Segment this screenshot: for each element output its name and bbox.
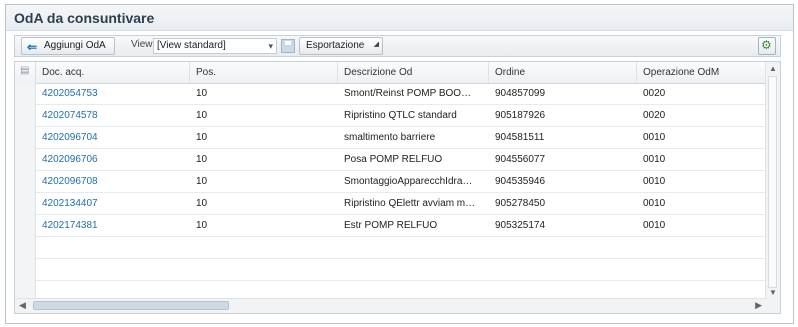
row-selector[interactable]	[15, 83, 36, 105]
cell-operazione: 0010	[643, 198, 666, 209]
table-row[interactable]: 4202074578 10 Ripristino QTLC standard 9051…	[15, 105, 766, 127]
table-header: ▤ Doc. acq. Pos. Descrizione Od Ordine O…	[15, 62, 766, 84]
cell-doc-acq[interactable]: 4202096706	[36, 149, 190, 170]
table-row[interactable]	[15, 259, 766, 281]
row-selector[interactable]	[15, 215, 36, 237]
horizontal-scroll-thumb[interactable]	[33, 301, 229, 310]
cell-pos: 10	[196, 220, 208, 231]
cell-operazione: 0010	[643, 220, 666, 231]
row-selector[interactable]	[15, 171, 36, 193]
cell-ordine: 904535946	[495, 176, 546, 187]
vertical-scrollbar[interactable]: ▲ ▼	[765, 62, 780, 299]
cell-ordine: 904581511	[495, 132, 545, 143]
cell-ordine: 905187926	[495, 110, 546, 121]
table-row[interactable]: 4202134407 10 Ripristino QElettr avviam m……	[15, 193, 766, 215]
cell-pos: 10	[196, 154, 208, 165]
table-row[interactable]	[15, 237, 766, 259]
cell-descrizione: Ripristino QTLC standard	[344, 110, 457, 121]
table-row[interactable]: 4202096708 10 SmontaggioApparecchIdra… 9045…	[15, 171, 766, 193]
table-row[interactable]: 4202096704 10 smaltimento barriere 90458151…	[15, 127, 766, 149]
col-header-descrizione[interactable]: Descrizione Od	[338, 62, 489, 83]
scroll-up-icon[interactable]: ▲	[769, 64, 777, 73]
view-label: View:	[131, 39, 156, 50]
panel-title-bar: OdA da consuntivare	[6, 5, 793, 31]
add-oda-label: Aggiungi OdA	[44, 40, 106, 51]
cell-doc-acq[interactable]: 4202074578	[36, 105, 190, 126]
view-select[interactable]: [View standard] ▾	[153, 38, 277, 54]
panel-title: OdA da consuntivare	[14, 10, 155, 26]
row-selector[interactable]	[15, 127, 36, 149]
scroll-down-icon[interactable]: ▼	[769, 288, 777, 297]
row-selector[interactable]	[15, 193, 36, 215]
cell-descrizione: Estr POMP RELFUO	[344, 220, 438, 231]
save-icon[interactable]	[281, 39, 295, 53]
settings-icon: ⚙	[761, 38, 772, 52]
cell-doc-acq[interactable]: 4202174381	[36, 215, 190, 236]
view-select-value: [View standard]	[157, 40, 226, 51]
scroll-left-icon[interactable]: ◀	[19, 300, 26, 311]
table-row[interactable]: 4202096706 10 Posa POMP RELFUO 904556077 001…	[15, 149, 766, 171]
export-dropdown-icon: ◢	[373, 41, 379, 48]
cell-operazione: 0010	[643, 132, 666, 143]
cell-operazione: 0020	[643, 110, 666, 121]
row-selector[interactable]	[15, 105, 36, 127]
arrow-left-icon: ⇐	[27, 40, 38, 54]
cell-pos: 10	[196, 132, 208, 143]
cell-doc-acq[interactable]: 4202096708	[36, 171, 190, 192]
cell-ordine: 904556077	[495, 154, 546, 165]
cell-pos: 10	[196, 198, 208, 209]
cell-operazione: 0010	[643, 154, 666, 165]
cell-descrizione: Posa POMP RELFUO	[344, 154, 443, 165]
cell-doc-acq[interactable]: 4202054753	[36, 83, 190, 104]
oda-table: ▤ Doc. acq. Pos. Descrizione Od Ordine O…	[14, 61, 781, 314]
scrollbar-corner	[766, 299, 780, 313]
col-header-pos[interactable]: Pos.	[190, 62, 338, 83]
cell-descrizione: Smont/Reinst POMP BOO…	[344, 88, 472, 99]
cell-descrizione: Ripristino QElettr avviam m…	[344, 198, 476, 209]
cell-descrizione: SmontaggioApparecchIdra…	[344, 176, 473, 187]
table-row[interactable]: 4202174381 10 Estr POMP RELFUO 905325174 001…	[15, 215, 766, 237]
row-selector[interactable]	[15, 149, 36, 171]
export-label: Esportazione	[306, 40, 365, 51]
cell-doc-acq[interactable]: 4202096704	[36, 127, 190, 148]
select-all-icon: ▤	[20, 65, 30, 76]
row-selector[interactable]	[15, 259, 36, 281]
col-header-ordine[interactable]: Ordine	[489, 62, 637, 83]
cell-pos: 10	[196, 110, 208, 121]
cell-pos: 10	[196, 88, 208, 99]
chevron-down-icon: ▾	[268, 41, 273, 51]
select-all-cell[interactable]: ▤	[15, 62, 36, 83]
toolbar: ⇐ Aggiungi OdA View: [View standard] ▾ E…	[14, 35, 781, 57]
cell-operazione: 0010	[643, 176, 666, 187]
scroll-right-icon[interactable]: ▶	[755, 300, 762, 311]
row-selector[interactable]	[15, 237, 36, 259]
export-button[interactable]: Esportazione ◢	[299, 37, 383, 55]
cell-ordine: 905325174	[495, 220, 546, 231]
col-header-operazione[interactable]: Operazione OdM	[637, 62, 766, 83]
cell-ordine: 904857099	[495, 88, 546, 99]
cell-operazione: 0020	[643, 88, 666, 99]
cell-pos: 10	[196, 176, 208, 187]
col-header-doc-acq[interactable]: Doc. acq.	[36, 62, 190, 83]
add-oda-button[interactable]: ⇐ Aggiungi OdA	[21, 37, 115, 55]
cell-descrizione: smaltimento barriere	[344, 132, 436, 143]
settings-button[interactable]: ⚙	[758, 37, 776, 55]
cell-ordine: 905278450	[495, 198, 546, 209]
table-row[interactable]: 4202054753 10 Smont/Reinst POMP BOO… 904857…	[15, 83, 766, 105]
horizontal-scrollbar[interactable]: ◀ ▶	[15, 298, 766, 313]
cell-doc-acq[interactable]: 4202134407	[36, 193, 190, 214]
vertical-scroll-thumb[interactable]	[768, 76, 777, 288]
